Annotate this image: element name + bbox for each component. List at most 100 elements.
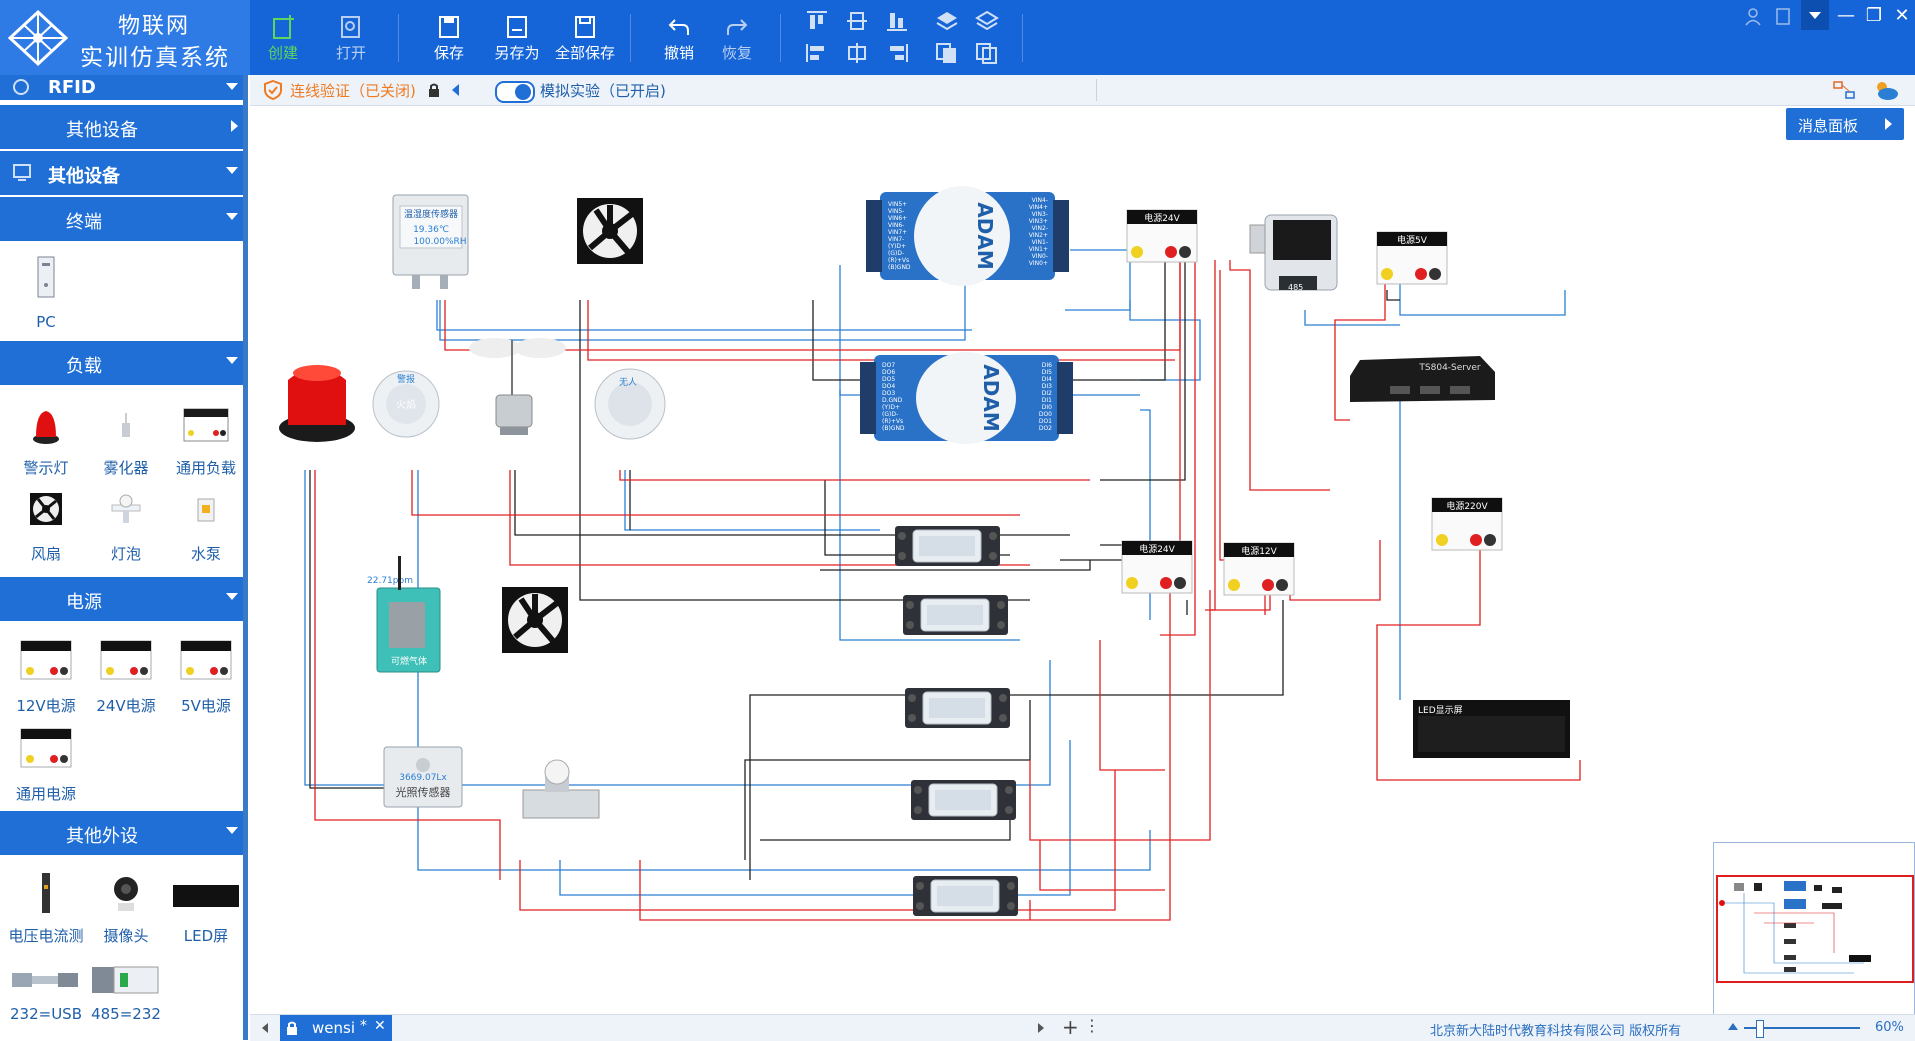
category-rfid[interactable]: RFID bbox=[0, 75, 244, 100]
component-12v-power[interactable]: 12V电源 bbox=[6, 637, 86, 717]
light-sensor[interactable]: 3669.07Lx 光照传感器 bbox=[383, 746, 463, 808]
close-tab-icon[interactable]: ✕ bbox=[374, 1018, 386, 1034]
led-screen-device[interactable]: LED显示屏 bbox=[1413, 700, 1570, 758]
psu-24v-top[interactable]: 电源24V bbox=[1126, 209, 1198, 263]
save-all-button[interactable]: 全部保存 bbox=[554, 10, 616, 70]
add-tab-icon[interactable]: + bbox=[1062, 1015, 1079, 1039]
collapse-arrow-icon[interactable] bbox=[452, 84, 459, 96]
align-center-icon[interactable] bbox=[845, 42, 869, 64]
redo-button[interactable]: 恢复 bbox=[706, 10, 768, 70]
restore-button[interactable]: ❐ bbox=[1861, 4, 1887, 28]
relay-module[interactable] bbox=[902, 594, 1009, 636]
psu-220v[interactable]: 电源220V bbox=[1431, 497, 1503, 551]
minimize-button[interactable]: — bbox=[1833, 4, 1859, 28]
simulation-toggle[interactable] bbox=[495, 81, 535, 103]
relay-module[interactable] bbox=[904, 687, 1011, 729]
more-options-icon[interactable]: ⋮ bbox=[1084, 1016, 1100, 1035]
component-water-pump[interactable]: 水泵 bbox=[166, 491, 246, 571]
chevron-down-icon bbox=[226, 827, 238, 834]
pc-label: PC bbox=[36, 313, 56, 331]
zoom-up-icon[interactable] bbox=[1728, 1023, 1738, 1030]
component-led-screen[interactable]: LED屏 bbox=[166, 871, 246, 951]
relay-module[interactable] bbox=[910, 779, 1017, 821]
category-terminal[interactable]: 终端 bbox=[0, 197, 244, 241]
sidebar-scrollbar[interactable] bbox=[243, 75, 248, 1040]
tab-wensi[interactable]: wensi * ✕ bbox=[280, 1015, 392, 1041]
copyright-text: 北京新大陆时代教育科技有限公司 版权所有 bbox=[1430, 1024, 1682, 1039]
align-top-icon[interactable] bbox=[805, 10, 829, 32]
warning-light-device[interactable] bbox=[279, 365, 355, 442]
topology-icon[interactable] bbox=[1832, 80, 1856, 100]
scroll-left-icon[interactable] bbox=[262, 1023, 268, 1033]
psu-24v-mid[interactable]: 电源24V bbox=[1121, 540, 1193, 594]
atomizer-device[interactable] bbox=[469, 338, 566, 435]
component-generic-power[interactable]: 通用电源 bbox=[6, 725, 86, 805]
component-voltage-meter[interactable]: 电压电流测 bbox=[6, 871, 86, 951]
minimap-viewport[interactable] bbox=[1716, 875, 1914, 983]
open-button[interactable]: 打开 bbox=[320, 10, 382, 70]
layer-down-icon[interactable] bbox=[975, 10, 999, 32]
category-peripherals[interactable]: 其他外设 bbox=[0, 811, 244, 855]
relay-module[interactable] bbox=[894, 525, 1001, 567]
component-485-232[interactable]: 485=232 bbox=[86, 961, 166, 1041]
save-all-icon bbox=[575, 16, 595, 38]
diagram-canvas[interactable]: 温湿度传感器 19.36℃ 100.00%RH 警报 火焰 无人 22.71pp… bbox=[250, 106, 1915, 1014]
component-pc[interactable]: PC bbox=[6, 255, 86, 335]
fan-device[interactable] bbox=[502, 587, 568, 653]
pin-label: D.GND bbox=[882, 397, 903, 404]
align-right-icon[interactable] bbox=[885, 42, 909, 64]
save-button[interactable]: 保存 bbox=[418, 10, 480, 70]
cloud-weather-icon[interactable] bbox=[1872, 78, 1900, 102]
category-load[interactable]: 负载 bbox=[0, 341, 244, 385]
psu-5v[interactable]: 电源5V bbox=[1376, 231, 1448, 285]
dropdown-menu-button[interactable] bbox=[1801, 0, 1829, 30]
fan-device[interactable] bbox=[577, 198, 643, 264]
component-5v-power[interactable]: 5V电源 bbox=[166, 637, 246, 717]
message-panel-button[interactable]: 消息面板 bbox=[1786, 108, 1904, 140]
align-middle-icon[interactable] bbox=[845, 10, 869, 32]
flame-sensor[interactable]: 警报 火焰 bbox=[372, 370, 440, 438]
component-fan[interactable]: 风扇 bbox=[6, 491, 86, 571]
relay-module[interactable] bbox=[912, 875, 1019, 917]
close-button[interactable]: ✕ bbox=[1889, 4, 1915, 28]
copy-icon[interactable] bbox=[935, 42, 959, 64]
psu-12v[interactable]: 电源12V bbox=[1223, 542, 1295, 596]
component-24v-power[interactable]: 24V电源 bbox=[86, 637, 166, 717]
align-left-icon[interactable] bbox=[805, 42, 829, 64]
status-bar: 连线验证（已关闭) 模拟实验（已开启) bbox=[250, 75, 1915, 106]
minimap[interactable] bbox=[1713, 842, 1915, 1016]
bulb-device[interactable] bbox=[522, 759, 600, 819]
category-power[interactable]: 电源 bbox=[0, 577, 244, 621]
chevron-right-icon bbox=[231, 120, 238, 132]
component-generic-load[interactable]: 通用负载 bbox=[166, 405, 246, 485]
category-other-devices[interactable]: 其他设备 bbox=[0, 105, 244, 149]
serial-converter-icon bbox=[92, 966, 159, 994]
paste-icon[interactable] bbox=[975, 42, 999, 64]
user-icon[interactable] bbox=[1743, 6, 1763, 26]
component-camera[interactable]: 摄像头 bbox=[86, 871, 166, 951]
component-atomizer[interactable]: 雾化器 bbox=[86, 405, 166, 485]
layer-up-icon[interactable] bbox=[935, 10, 959, 32]
display-terminal[interactable]: 485 bbox=[1249, 214, 1338, 292]
undo-button[interactable]: 撤销 bbox=[648, 10, 710, 70]
category-other-devices-expanded[interactable]: 其他设备 bbox=[0, 151, 244, 195]
presence-sensor[interactable]: 无人 bbox=[594, 368, 666, 440]
psu-220v-label: 电源220V bbox=[1446, 500, 1488, 512]
pin-label: VIN2+ bbox=[1029, 232, 1048, 239]
clipboard-icon[interactable] bbox=[1773, 6, 1793, 26]
component-warning-light[interactable]: 警示灯 bbox=[6, 405, 86, 485]
save-as-button[interactable]: 另存为 bbox=[486, 10, 548, 70]
temp-humidity-sensor[interactable]: 温湿度传感器 19.36℃ 100.00%RH bbox=[392, 194, 469, 289]
wiring-diagram[interactable]: 温湿度传感器 19.36℃ 100.00%RH 警报 火焰 无人 22.71pp… bbox=[250, 106, 1915, 1014]
component-bulb[interactable]: 灯泡 bbox=[86, 491, 166, 571]
combustible-gas-sensor[interactable]: 22.71ppm 可燃气体 bbox=[367, 556, 441, 673]
scroll-right-icon[interactable] bbox=[1038, 1023, 1044, 1033]
shield-icon bbox=[264, 80, 282, 100]
align-bottom-icon[interactable] bbox=[885, 10, 909, 32]
divider bbox=[1096, 79, 1097, 101]
component-232-usb[interactable]: 232=USB bbox=[6, 961, 86, 1041]
zoom-slider-handle[interactable] bbox=[1756, 1020, 1764, 1038]
create-button[interactable]: 创建 bbox=[252, 10, 314, 70]
verify-status[interactable]: 连线验证（已关闭) bbox=[290, 80, 416, 101]
terminal-server[interactable]: TS804-Server bbox=[1350, 356, 1495, 402]
